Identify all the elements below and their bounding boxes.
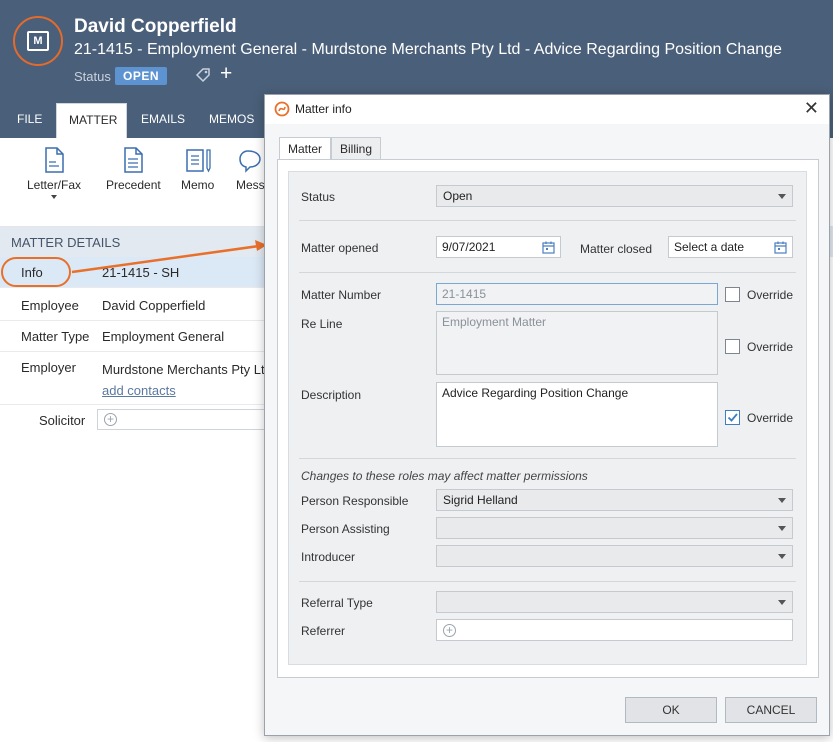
status-field-label: Status: [301, 190, 336, 204]
calendar-icon[interactable]: [774, 241, 787, 254]
re-line-override-label: Override: [747, 340, 794, 354]
status-select[interactable]: Open: [436, 185, 793, 207]
referrer-input[interactable]: +: [436, 619, 793, 641]
matter-number-input[interactable]: 21-1415: [436, 283, 718, 305]
letter-icon: [45, 147, 64, 173]
dialog-title: Matter info: [295, 102, 352, 116]
tab-matter-info[interactable]: Matter: [279, 137, 331, 161]
checkmark-icon: [727, 413, 738, 422]
info-highlight-ring: [1, 257, 71, 287]
matter-details-title: MATTER DETAILS: [11, 235, 121, 250]
person-responsible-value: Sigrid Helland: [443, 493, 518, 507]
matter-closed-date[interactable]: Select a date: [668, 236, 793, 258]
description-textarea[interactable]: Advice Regarding Position Change: [436, 382, 718, 447]
add-referrer-icon[interactable]: +: [443, 624, 456, 637]
description-override-checkbox[interactable]: [725, 410, 740, 425]
matter-form: Status Open Matter opened 9/07/2021 Matt…: [288, 171, 807, 665]
matter-info-dialog: Matter info ✕ Matter Billing Status Open…: [264, 94, 830, 736]
precedent-label: Precedent: [106, 178, 161, 192]
re-line-textarea[interactable]: Employment Matter: [436, 311, 718, 375]
detail-value: 21-1415 - SH: [102, 265, 180, 280]
detail-value: Employment General: [102, 329, 225, 344]
person-responsible-label: Person Responsible: [301, 494, 409, 508]
chevron-down-icon: [778, 194, 786, 199]
chevron-down-icon: [51, 195, 58, 199]
tab-memos[interactable]: MEMOS: [209, 103, 254, 138]
calendar-icon[interactable]: [542, 241, 555, 254]
ok-button[interactable]: OK: [625, 697, 717, 723]
dialog-titlebar: Matter info ✕: [265, 95, 829, 124]
message-button[interactable]: Mess: [236, 146, 265, 192]
divider: [299, 458, 796, 459]
detail-value: David Copperfield: [102, 298, 206, 313]
introducer-select[interactable]: [436, 545, 793, 567]
document-icon: [124, 147, 144, 173]
message-icon: [239, 150, 262, 173]
referral-type-label: Referral Type: [301, 596, 373, 610]
re-line-value: Employment Matter: [442, 315, 547, 329]
matter-number-label: Matter Number: [301, 288, 382, 302]
divider: [299, 272, 796, 273]
referrer-label: Referrer: [301, 624, 346, 638]
detail-key: Employer: [21, 360, 76, 375]
matter-closed-label: Matter closed: [580, 242, 653, 256]
close-icon[interactable]: ✕: [804, 98, 819, 119]
chevron-down-icon: [778, 526, 786, 531]
chevron-down-icon: [778, 600, 786, 605]
detail-key: Solicitor: [39, 413, 86, 428]
description-label: Description: [301, 388, 362, 402]
matter-number-value: 21-1415: [442, 287, 487, 301]
person-assisting-label: Person Assisting: [301, 522, 390, 536]
add-solicitor-icon[interactable]: +: [104, 413, 117, 426]
detail-row-matter-type[interactable]: Matter Type Employment General: [0, 321, 300, 352]
tab-emails[interactable]: EMAILS: [141, 103, 185, 138]
referral-type-select[interactable]: [436, 591, 793, 613]
roles-permission-hint: Changes to these roles may affect matter…: [301, 469, 588, 483]
divider: [299, 581, 796, 582]
re-line-override-checkbox[interactable]: [725, 339, 740, 354]
re-line-label: Re Line: [301, 317, 343, 331]
status-badge[interactable]: OPEN: [115, 67, 168, 85]
description-override-label: Override: [747, 411, 794, 425]
detail-key: Employee: [21, 298, 79, 313]
chevron-down-icon: [778, 554, 786, 559]
memo-icon: [185, 149, 211, 173]
detail-row-employer[interactable]: Employer Murdstone Merchants Pty Lt add …: [0, 352, 300, 405]
person-assisting-select[interactable]: [436, 517, 793, 539]
letter-fax-button[interactable]: Letter/Fax: [27, 146, 81, 199]
chevron-down-icon: [778, 498, 786, 503]
matter-opened-date[interactable]: 9/07/2021: [436, 236, 561, 258]
introducer-label: Introducer: [301, 550, 356, 564]
status-select-value: Open: [443, 189, 473, 203]
tab-billing[interactable]: Billing: [331, 137, 381, 160]
client-name: David Copperfield: [74, 16, 237, 37]
tag-icon[interactable]: [194, 66, 212, 84]
matter-logo-letter: M: [27, 31, 49, 51]
matter-opened-label: Matter opened: [301, 241, 379, 255]
app-logo-icon: [274, 101, 290, 117]
matter-closed-placeholder: Select a date: [674, 240, 745, 254]
memo-button[interactable]: Memo: [181, 146, 214, 192]
letter-fax-label: Letter/Fax: [27, 178, 82, 192]
precedent-button[interactable]: Precedent: [106, 146, 161, 192]
divider: [299, 220, 796, 221]
person-responsible-select[interactable]: Sigrid Helland: [436, 489, 793, 511]
add-contacts-link[interactable]: add contacts: [102, 383, 176, 398]
tab-matter[interactable]: MATTER: [56, 103, 127, 138]
description-value: Advice Regarding Position Change: [442, 386, 629, 400]
matter-number-override-checkbox[interactable]: [725, 287, 740, 302]
cancel-button[interactable]: CANCEL: [725, 697, 817, 723]
detail-value: Murdstone Merchants Pty Lt: [102, 362, 265, 377]
status-label: Status: [74, 69, 111, 84]
matter-number-override-label: Override: [747, 288, 794, 302]
matter-opened-value: 9/07/2021: [442, 240, 496, 254]
tab-file[interactable]: FILE: [17, 103, 42, 138]
matter-title: 21-1415 - Employment General - Murdstone…: [74, 41, 782, 58]
matter-logo-icon: M: [13, 16, 63, 66]
detail-key: Matter Type: [21, 329, 90, 344]
detail-row-employee[interactable]: Employee David Copperfield: [0, 288, 300, 321]
memo-label: Memo: [181, 178, 215, 192]
add-tag-icon[interactable]: +: [220, 63, 232, 84]
message-label: Mess: [236, 178, 265, 192]
